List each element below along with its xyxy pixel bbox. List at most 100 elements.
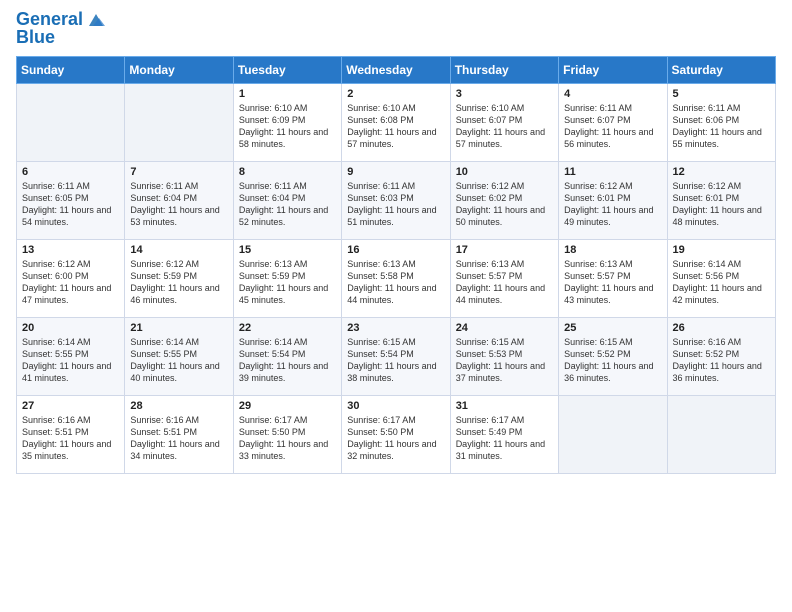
week-row-5: 27 Sunrise: 6:16 AMSunset: 5:51 PMDayligh… (17, 395, 776, 473)
day-info: Sunrise: 6:12 AMSunset: 5:59 PMDaylight:… (130, 258, 227, 307)
page: General Blue SundayMondayTuesdayWednesda… (0, 0, 792, 612)
day-number: 10 (456, 166, 553, 178)
calendar-cell: 20 Sunrise: 6:14 AMSunset: 5:55 PMDayligh… (17, 317, 125, 395)
calendar-cell: 21 Sunrise: 6:14 AMSunset: 5:55 PMDayligh… (125, 317, 233, 395)
day-number: 19 (673, 244, 770, 256)
day-info: Sunrise: 6:12 AMSunset: 6:00 PMDaylight:… (22, 258, 119, 307)
day-info: Sunrise: 6:17 AMSunset: 5:49 PMDaylight:… (456, 414, 553, 463)
week-row-3: 13Sunrise: 6:12 AMSunset: 6:00 PMDayligh… (17, 239, 776, 317)
calendar-cell: 22 Sunrise: 6:14 AMSunset: 5:54 PMDayligh… (233, 317, 341, 395)
day-number: 21 (130, 322, 227, 334)
col-header-saturday: Saturday (667, 56, 775, 83)
calendar-cell: 29 Sunrise: 6:17 AMSunset: 5:50 PMDayligh… (233, 395, 341, 473)
calendar-cell: 31 Sunrise: 6:17 AMSunset: 5:49 PMDayligh… (450, 395, 558, 473)
day-number: 15 (239, 244, 336, 256)
calendar-cell: 14Sunrise: 6:12 AMSunset: 5:59 PMDayligh… (125, 239, 233, 317)
day-number: 7 (130, 166, 227, 178)
calendar-cell: 4 Sunrise: 6:11 AMSunset: 6:07 PMDaylight… (559, 83, 667, 161)
header-row: SundayMondayTuesdayWednesdayThursdayFrid… (17, 56, 776, 83)
day-number: 5 (673, 88, 770, 100)
day-number: 25 (564, 322, 661, 334)
day-number: 22 (239, 322, 336, 334)
day-number: 3 (456, 88, 553, 100)
calendar-cell: 12Sunrise: 6:12 AMSunset: 6:01 PMDayligh… (667, 161, 775, 239)
col-header-wednesday: Wednesday (342, 56, 450, 83)
calendar-table: SundayMondayTuesdayWednesdayThursdayFrid… (16, 56, 776, 474)
calendar-cell: 25 Sunrise: 6:15 AMSunset: 5:52 PMDayligh… (559, 317, 667, 395)
day-number: 26 (673, 322, 770, 334)
day-info: Sunrise: 6:14 AMSunset: 5:54 PMDaylight:… (239, 336, 336, 385)
day-number: 29 (239, 400, 336, 412)
day-info: Sunrise: 6:12 AMSunset: 6:01 PMDaylight:… (564, 180, 661, 229)
day-number: 9 (347, 166, 444, 178)
day-number: 2 (347, 88, 444, 100)
calendar-cell: 1 Sunrise: 6:10 AMSunset: 6:09 PMDaylight… (233, 83, 341, 161)
day-number: 31 (456, 400, 553, 412)
day-info: Sunrise: 6:10 AMSunset: 6:08 PMDaylight:… (347, 102, 444, 151)
calendar-cell: 13Sunrise: 6:12 AMSunset: 6:00 PMDayligh… (17, 239, 125, 317)
calendar-cell: 28Sunrise: 6:16 AMSunset: 5:51 PMDayligh… (125, 395, 233, 473)
day-info: Sunrise: 6:16 AMSunset: 5:52 PMDaylight:… (673, 336, 770, 385)
calendar-cell: 7 Sunrise: 6:11 AMSunset: 6:04 PMDaylight… (125, 161, 233, 239)
col-header-monday: Monday (125, 56, 233, 83)
day-number: 30 (347, 400, 444, 412)
calendar-cell (17, 83, 125, 161)
calendar-cell: 26 Sunrise: 6:16 AMSunset: 5:52 PMDayligh… (667, 317, 775, 395)
day-number: 16 (347, 244, 444, 256)
calendar-cell: 2 Sunrise: 6:10 AMSunset: 6:08 PMDaylight… (342, 83, 450, 161)
calendar-cell: 18Sunrise: 6:13 AMSunset: 5:57 PMDayligh… (559, 239, 667, 317)
day-info: Sunrise: 6:14 AMSunset: 5:55 PMDaylight:… (130, 336, 227, 385)
day-info: Sunrise: 6:11 AMSunset: 6:06 PMDaylight:… (673, 102, 770, 151)
calendar-cell: 16 Sunrise: 6:13 AMSunset: 5:58 PMDayligh… (342, 239, 450, 317)
day-info: Sunrise: 6:13 AMSunset: 5:59 PMDaylight:… (239, 258, 336, 307)
day-info: Sunrise: 6:16 AMSunset: 5:51 PMDaylight:… (130, 414, 227, 463)
day-info: Sunrise: 6:13 AMSunset: 5:57 PMDaylight:… (456, 258, 553, 307)
day-info: Sunrise: 6:17 AMSunset: 5:50 PMDaylight:… (347, 414, 444, 463)
day-number: 4 (564, 88, 661, 100)
calendar-cell: 19 Sunrise: 6:14 AMSunset: 5:56 PMDayligh… (667, 239, 775, 317)
day-number: 18 (564, 244, 661, 256)
calendar-cell: 8Sunrise: 6:11 AMSunset: 6:04 PMDaylight… (233, 161, 341, 239)
col-header-tuesday: Tuesday (233, 56, 341, 83)
week-row-1: 1 Sunrise: 6:10 AMSunset: 6:09 PMDaylight… (17, 83, 776, 161)
day-info: Sunrise: 6:16 AMSunset: 5:51 PMDaylight:… (22, 414, 119, 463)
calendar-cell: 10 Sunrise: 6:12 AMSunset: 6:02 PMDayligh… (450, 161, 558, 239)
day-info: Sunrise: 6:13 AMSunset: 5:58 PMDaylight:… (347, 258, 444, 307)
day-info: Sunrise: 6:11 AMSunset: 6:07 PMDaylight:… (564, 102, 661, 151)
day-number: 27 (22, 400, 119, 412)
day-number: 24 (456, 322, 553, 334)
day-info: Sunrise: 6:11 AMSunset: 6:04 PMDaylight:… (130, 180, 227, 229)
day-info: Sunrise: 6:15 AMSunset: 5:52 PMDaylight:… (564, 336, 661, 385)
calendar-cell: 17Sunrise: 6:13 AMSunset: 5:57 PMDayligh… (450, 239, 558, 317)
day-info: Sunrise: 6:15 AMSunset: 5:54 PMDaylight:… (347, 336, 444, 385)
day-number: 20 (22, 322, 119, 334)
calendar-cell: 30 Sunrise: 6:17 AMSunset: 5:50 PMDayligh… (342, 395, 450, 473)
day-number: 6 (22, 166, 119, 178)
day-number: 1 (239, 88, 336, 100)
day-number: 11 (564, 166, 661, 178)
col-header-thursday: Thursday (450, 56, 558, 83)
calendar-cell (667, 395, 775, 473)
day-info: Sunrise: 6:11 AMSunset: 6:03 PMDaylight:… (347, 180, 444, 229)
calendar-cell (559, 395, 667, 473)
day-info: Sunrise: 6:10 AMSunset: 6:09 PMDaylight:… (239, 102, 336, 151)
calendar-cell: 15 Sunrise: 6:13 AMSunset: 5:59 PMDayligh… (233, 239, 341, 317)
day-info: Sunrise: 6:12 AMSunset: 6:02 PMDaylight:… (456, 180, 553, 229)
calendar-cell: 27 Sunrise: 6:16 AMSunset: 5:51 PMDayligh… (17, 395, 125, 473)
logo: General Blue (16, 10, 107, 48)
col-header-sunday: Sunday (17, 56, 125, 83)
calendar-cell (125, 83, 233, 161)
week-row-4: 20 Sunrise: 6:14 AMSunset: 5:55 PMDayligh… (17, 317, 776, 395)
day-number: 8 (239, 166, 336, 178)
day-info: Sunrise: 6:17 AMSunset: 5:50 PMDaylight:… (239, 414, 336, 463)
logo-text-blue: Blue (16, 28, 107, 48)
day-number: 23 (347, 322, 444, 334)
day-info: Sunrise: 6:12 AMSunset: 6:01 PMDaylight:… (673, 180, 770, 229)
day-info: Sunrise: 6:11 AMSunset: 6:05 PMDaylight:… (22, 180, 119, 229)
header: General Blue (16, 10, 776, 48)
calendar-cell: 6 Sunrise: 6:11 AMSunset: 6:05 PMDaylight… (17, 161, 125, 239)
week-row-2: 6 Sunrise: 6:11 AMSunset: 6:05 PMDaylight… (17, 161, 776, 239)
day-info: Sunrise: 6:14 AMSunset: 5:56 PMDaylight:… (673, 258, 770, 307)
day-info: Sunrise: 6:14 AMSunset: 5:55 PMDaylight:… (22, 336, 119, 385)
calendar-cell: 11 Sunrise: 6:12 AMSunset: 6:01 PMDayligh… (559, 161, 667, 239)
